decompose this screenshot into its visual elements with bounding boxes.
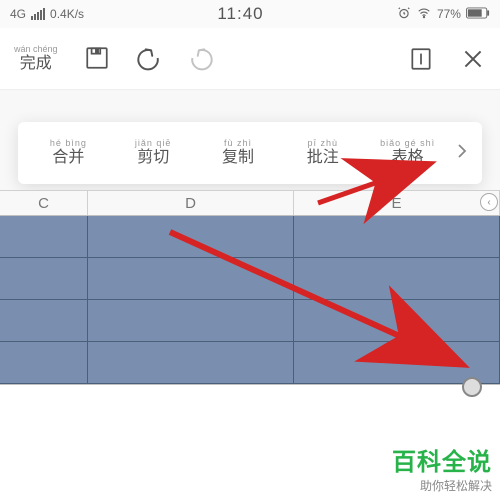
cell[interactable] — [0, 300, 88, 341]
cell[interactable] — [88, 342, 294, 383]
finish-button[interactable]: wán chéng 完成 — [14, 45, 58, 72]
cell[interactable] — [88, 216, 294, 257]
table-row[interactable] — [0, 300, 500, 342]
redo-icon — [188, 45, 214, 71]
battery-icon — [466, 7, 490, 22]
cell[interactable] — [294, 216, 500, 257]
net-speed: 0.4K/s — [50, 7, 84, 21]
undo-icon[interactable] — [136, 45, 162, 71]
close-icon[interactable] — [460, 46, 486, 72]
watermark-subtitle: 助你轻松解决 — [392, 477, 492, 494]
battery-label: 77% — [437, 7, 461, 21]
save-icon[interactable] — [84, 45, 110, 71]
cell[interactable] — [0, 216, 88, 257]
context-menu: hé bìng 合并 jiǎn qiē 剪切 fù zhì 复制 pī zhù … — [18, 122, 482, 184]
reading-mode-icon[interactable] — [408, 46, 434, 72]
menu-copy[interactable]: fù zhì 复制 — [196, 139, 281, 166]
menu-table[interactable]: biǎo gé shì 表格 — [365, 139, 450, 166]
watermark: 百科全说 助你轻松解决 — [392, 442, 492, 494]
wifi-icon — [416, 6, 432, 23]
col-header-d[interactable]: D — [88, 191, 294, 215]
menu-comment[interactable]: pī zhù 批注 — [280, 139, 365, 166]
menu-cut[interactable]: jiǎn qiē 剪切 — [111, 139, 196, 166]
cell[interactable] — [88, 300, 294, 341]
col-header-c[interactable]: C — [0, 191, 88, 215]
selection-handle[interactable] — [462, 377, 482, 397]
watermark-title: 百科全说 — [392, 442, 492, 477]
menu-more-icon[interactable] — [450, 143, 474, 164]
clock: 11:40 — [217, 4, 263, 24]
menu-merge[interactable]: hé bìng 合并 — [26, 139, 111, 166]
alarm-icon — [397, 6, 411, 23]
col-header-e[interactable]: E — [294, 191, 500, 215]
status-bar: 4G 0.4K/s 11:40 77% — [0, 0, 500, 28]
cell[interactable] — [294, 300, 500, 341]
cell[interactable] — [0, 342, 88, 383]
expand-icon[interactable]: ‹ — [480, 193, 498, 211]
cell[interactable] — [294, 258, 500, 299]
column-headers: C D E — [0, 190, 500, 216]
table-row[interactable] — [0, 216, 500, 258]
main-toolbar: wán chéng 完成 — [0, 28, 500, 90]
finish-pinyin: wán chéng — [14, 45, 58, 55]
cell[interactable] — [0, 258, 88, 299]
cell[interactable] — [88, 258, 294, 299]
network-label: 4G — [10, 7, 26, 21]
table-row[interactable] — [0, 342, 500, 384]
finish-label: 完成 — [20, 55, 52, 72]
table-row[interactable] — [0, 258, 500, 300]
signal-icon — [31, 8, 45, 20]
